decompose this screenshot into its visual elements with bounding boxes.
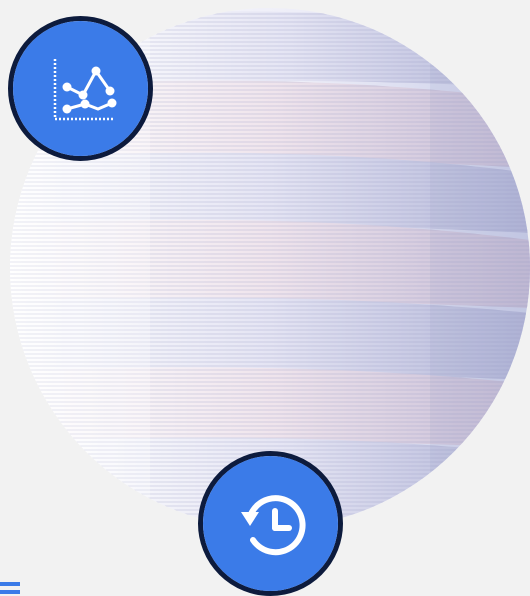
history-icon: [203, 456, 338, 591]
illustration: [0, 0, 530, 596]
chart-badge: [8, 16, 153, 161]
history-badge: [198, 451, 343, 596]
line-chart-icon: [13, 21, 148, 156]
corner-mark: [0, 578, 22, 596]
